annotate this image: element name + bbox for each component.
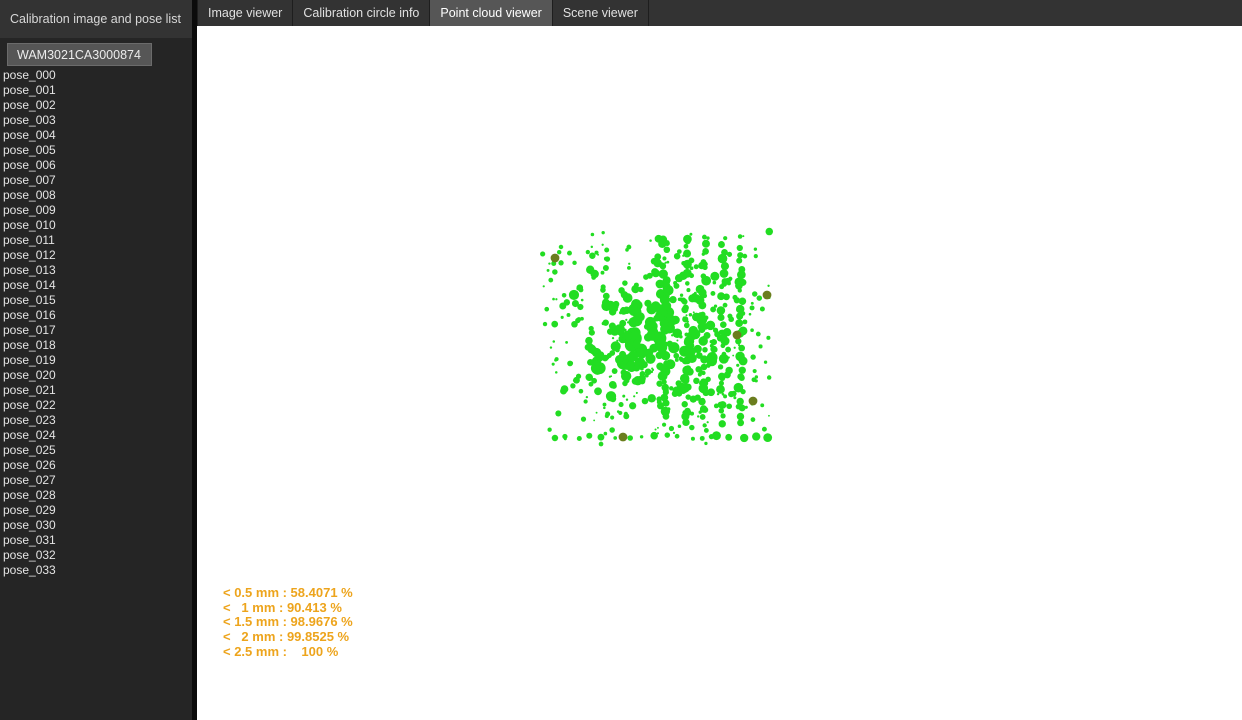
- tab-bar: Image viewerCalibration circle infoPoint…: [197, 0, 1242, 26]
- pose-list-item[interactable]: pose_014: [0, 278, 192, 293]
- pose-list-item[interactable]: pose_030: [0, 518, 192, 533]
- sidebar-header: Calibration image and pose list: [0, 0, 192, 38]
- device-list-item-selected[interactable]: WAM3021CA3000874: [7, 43, 152, 66]
- pose-list-item[interactable]: pose_017: [0, 323, 192, 338]
- pose-list-item[interactable]: pose_008: [0, 188, 192, 203]
- accuracy-stat-line: < 2.5 mm : 100 %: [223, 645, 353, 660]
- accuracy-stat-line: < 0.5 mm : 58.4071 %: [223, 586, 353, 601]
- pose-list-item[interactable]: pose_003: [0, 113, 192, 128]
- pose-list-item[interactable]: pose_009: [0, 203, 192, 218]
- tab-image-viewer[interactable]: Image viewer: [197, 0, 293, 26]
- pose-list-item[interactable]: pose_012: [0, 248, 192, 263]
- pose-list-item[interactable]: pose_025: [0, 443, 192, 458]
- tab-calibration-circle-info[interactable]: Calibration circle info: [293, 0, 430, 26]
- point-cloud-viewer-canvas-area[interactable]: < 0.5 mm : 58.4071 %< 1 mm : 90.413 %< 1…: [197, 26, 1242, 720]
- pose-list-item[interactable]: pose_023: [0, 413, 192, 428]
- device-list: WAM3021CA3000874: [0, 38, 192, 72]
- tab-strip: Image viewerCalibration circle infoPoint…: [197, 0, 649, 26]
- tab-point-cloud-viewer[interactable]: Point cloud viewer: [430, 0, 552, 26]
- pose-list-item[interactable]: pose_020: [0, 368, 192, 383]
- accuracy-stats-overlay: < 0.5 mm : 58.4071 %< 1 mm : 90.413 %< 1…: [223, 586, 353, 660]
- pose-list-item[interactable]: pose_015: [0, 293, 192, 308]
- accuracy-stat-line: < 1.5 mm : 98.9676 %: [223, 615, 353, 630]
- accuracy-stat-line: < 1 mm : 90.413 %: [223, 601, 353, 616]
- sidebar-title: Calibration image and pose list: [10, 12, 181, 26]
- accuracy-stat-line: < 2 mm : 99.8525 %: [223, 630, 353, 645]
- pose-list-item[interactable]: pose_013: [0, 263, 192, 278]
- pose-list-item[interactable]: pose_026: [0, 458, 192, 473]
- pose-list-item[interactable]: pose_007: [0, 173, 192, 188]
- pose-list-item[interactable]: pose_024: [0, 428, 192, 443]
- pose-list-item[interactable]: pose_031: [0, 533, 192, 548]
- tab-scene-viewer[interactable]: Scene viewer: [553, 0, 649, 26]
- pose-list-item[interactable]: pose_006: [0, 158, 192, 173]
- pose-list-item[interactable]: pose_010: [0, 218, 192, 233]
- pose-list[interactable]: pose_000pose_001pose_002pose_003pose_004…: [0, 68, 192, 720]
- pose-list-item[interactable]: pose_022: [0, 398, 192, 413]
- pose-list-item[interactable]: pose_033: [0, 563, 192, 578]
- pose-list-item[interactable]: pose_029: [0, 503, 192, 518]
- pose-list-item[interactable]: pose_005: [0, 143, 192, 158]
- sidebar: Calibration image and pose list WAM3021C…: [0, 0, 192, 720]
- pose-list-item[interactable]: pose_002: [0, 98, 192, 113]
- pose-list-item[interactable]: pose_028: [0, 488, 192, 503]
- point-cloud-viewer-window: Calibration image and pose list WAM3021C…: [0, 0, 1242, 720]
- pose-list-item[interactable]: pose_011: [0, 233, 192, 248]
- pose-list-item[interactable]: pose_027: [0, 473, 192, 488]
- pose-list-item[interactable]: pose_004: [0, 128, 192, 143]
- pose-list-item[interactable]: pose_019: [0, 353, 192, 368]
- pose-list-item[interactable]: pose_021: [0, 383, 192, 398]
- pose-list-item[interactable]: pose_016: [0, 308, 192, 323]
- point-cloud-scatter: [197, 26, 1242, 720]
- pose-list-item[interactable]: pose_000: [0, 68, 192, 83]
- pose-list-item[interactable]: pose_032: [0, 548, 192, 563]
- pose-list-item[interactable]: pose_018: [0, 338, 192, 353]
- pose-list-item[interactable]: pose_001: [0, 83, 192, 98]
